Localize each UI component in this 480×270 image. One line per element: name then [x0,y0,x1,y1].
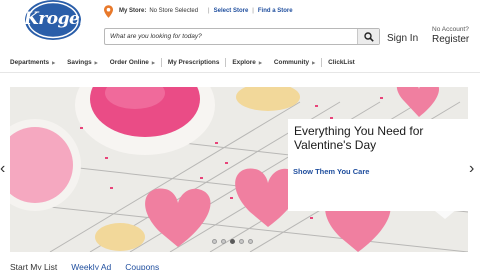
divider: | [208,8,210,14]
search-input[interactable] [105,29,357,44]
store-value: No Store Selected [149,8,199,14]
nav-divider [321,57,323,67]
nav-item-my-prescriptions[interactable]: My Prescriptions [168,59,220,66]
no-account-label: No Account? [432,26,469,33]
store-label: My Store: [119,8,147,14]
divider: | [252,8,254,14]
carousel-dot[interactable] [239,239,244,244]
register-link[interactable]: Register [432,34,469,45]
sign-in-link[interactable]: Sign In [387,33,418,44]
carousel-dot-active[interactable] [230,239,235,244]
promo-title: Everything You Need for Valentine's Day [294,124,424,152]
nav-item-savings[interactable]: Savings ▶ [67,59,98,66]
nav-item-order-online[interactable]: Order Online ▶ [110,59,155,66]
nav-item-community[interactable]: Community ▶ [274,59,315,66]
caret-right-icon: ▶ [94,59,98,65]
nav-item-explore[interactable]: Explore ▶ [232,59,262,66]
kroger-logo[interactable]: Kroger [24,0,88,40]
search-icon [363,31,374,42]
header-divider [0,72,480,73]
carousel-next-button[interactable]: › [469,160,474,178]
caret-right-icon: ▶ [258,59,262,65]
logo-text: Kroger [24,9,88,29]
search-bar [104,28,380,45]
location-pin-icon [104,4,113,18]
select-store-link[interactable]: Select Store [214,8,249,14]
caret-right-icon: ▶ [312,59,316,65]
nav-divider [160,57,162,67]
nav-item-clicklist[interactable]: ClickList [328,59,355,66]
caret-right-icon: ▶ [151,59,155,65]
weekly-ad-link[interactable]: Weekly Ad [71,262,111,270]
coupons-link[interactable]: Coupons [125,262,159,270]
promo-card: Everything You Need for Valentine's Day … [288,119,468,211]
promo-link[interactable]: Show Them You Care [293,167,369,176]
store-selector: My Store: No Store Selected | Select Sto… [104,4,293,18]
nav-divider [225,57,227,67]
main-nav: Departments ▶ Savings ▶ Order Online ▶ M… [10,57,367,67]
nav-item-label: Order Online [109,58,149,66]
carousel-dot[interactable] [248,239,253,244]
nav-item-label: Savings [67,58,92,66]
nav-item-departments[interactable]: Departments ▶ [10,59,55,66]
quick-links: Start My List Weekly Ad Coupons [10,262,173,270]
nav-item-label: Departments [10,58,50,66]
nav-item-label: ClickList [328,58,355,66]
find-store-link[interactable]: Find a Store [258,8,293,14]
nav-item-label: Explore [232,58,256,66]
carousel-dot[interactable] [221,239,226,244]
nav-item-label: Community [273,58,310,66]
carousel-prev-button[interactable]: ‹ [0,160,5,178]
start-my-list-link[interactable]: Start My List [10,262,57,270]
caret-right-icon: ▶ [52,59,56,65]
carousel-dot[interactable] [212,239,217,244]
carousel-dots [212,239,253,244]
search-button[interactable] [357,29,379,44]
nav-item-label: My Prescriptions [167,58,220,66]
